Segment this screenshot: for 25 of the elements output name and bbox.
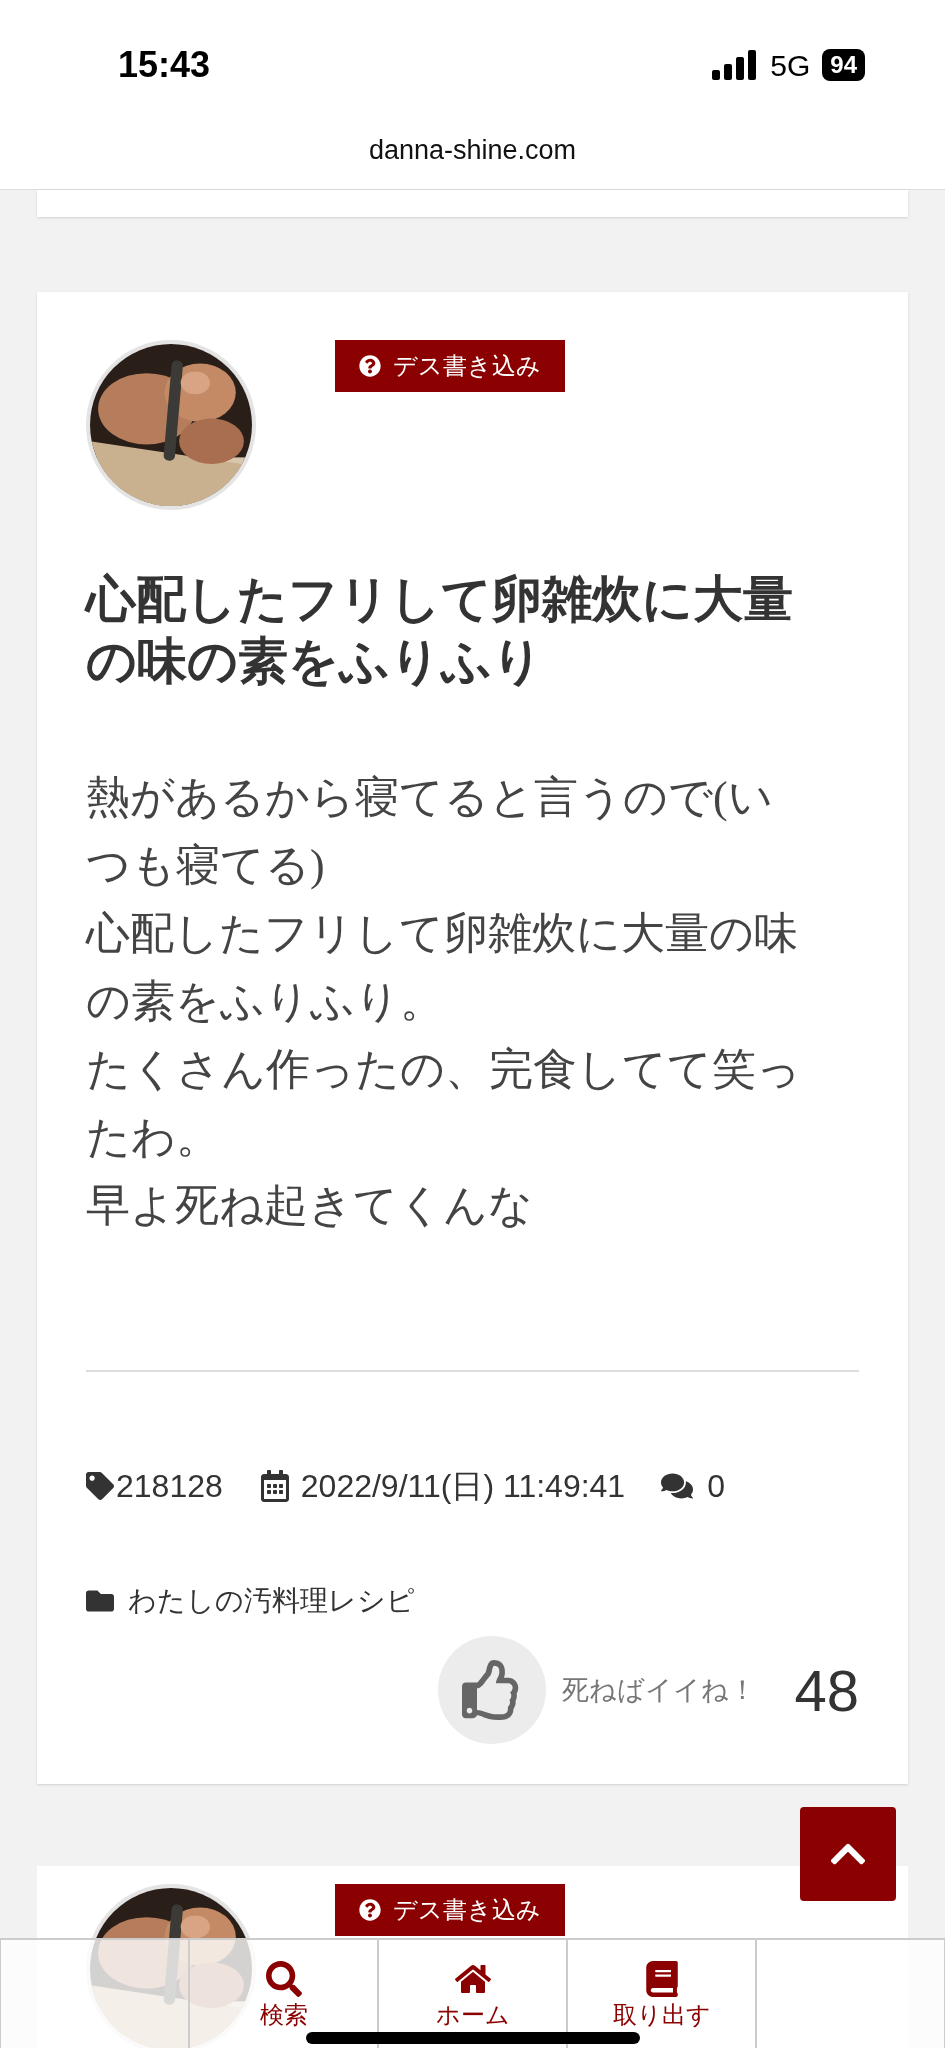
tag-icon: [86, 1472, 114, 1500]
book-icon: [643, 1961, 680, 1997]
like-count: 48: [794, 1656, 859, 1725]
question-icon: [359, 355, 381, 377]
comment-count: 0: [707, 1467, 725, 1506]
body-text: 早よ死ね起きてくんな: [86, 1180, 534, 1232]
question-icon: [359, 1899, 381, 1921]
like-label: 死ねばイイね！: [562, 1673, 757, 1707]
post-date: 2022/9/11(日) 11:49:41: [300, 1467, 626, 1506]
battery-icon: 94: [822, 49, 865, 81]
url-text[interactable]: danna-shine.com: [368, 130, 577, 171]
body-text: 熱があるから寝てると言うので(いつも寝てる): [86, 772, 774, 892]
calendar-icon: [258, 1470, 291, 1502]
network-label: 5G: [770, 47, 811, 84]
post-id: 218128: [116, 1467, 223, 1506]
body-text: 心配したフリして卵雑炊に大量の味の素をふりふり。: [86, 908, 799, 1028]
clock-time: 15:43: [118, 43, 211, 87]
post-title: 心配したフリして卵雑炊に大量の味の素をふりふり: [86, 570, 794, 691]
category-badge[interactable]: デス書き込み: [335, 1884, 565, 1936]
category-link[interactable]: わたしの汚料理レシピ: [128, 1580, 415, 1622]
category-badge[interactable]: デス書き込み: [335, 340, 565, 392]
search-icon: [265, 1961, 302, 1997]
back-to-top-button[interactable]: [800, 1807, 896, 1901]
body-text: たくさん作ったの、完食してて笑ったわ。: [86, 1044, 802, 1164]
signal-icon: [712, 50, 759, 80]
